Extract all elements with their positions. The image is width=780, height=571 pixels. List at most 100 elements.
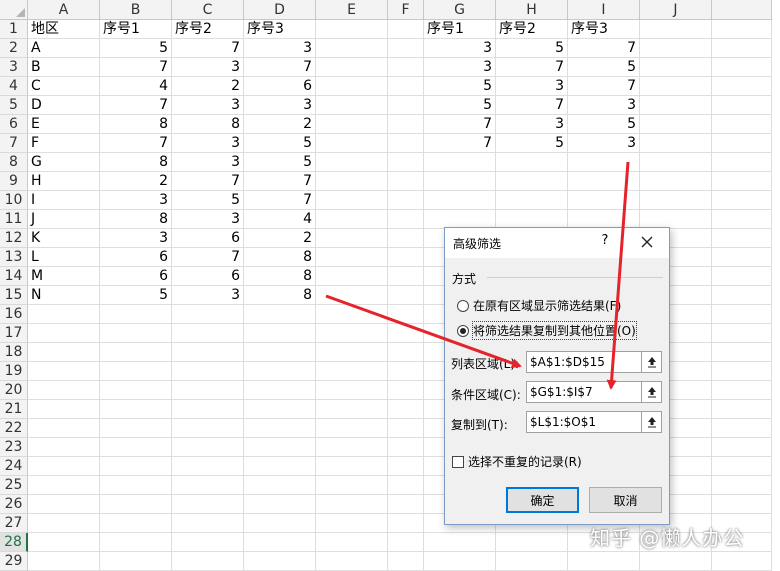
cell-B8[interactable]: 8 [100, 153, 172, 172]
cell-B1[interactable]: 序号1 [100, 20, 172, 39]
copy-to-input[interactable]: $L$1:$O$1 [526, 411, 642, 433]
cell-E20[interactable] [316, 381, 388, 400]
cell-I4[interactable]: 7 [568, 77, 640, 96]
cell-I6[interactable]: 5 [568, 115, 640, 134]
cell-D18[interactable] [244, 343, 316, 362]
cell-D26[interactable] [244, 495, 316, 514]
cell-H9[interactable] [496, 172, 568, 191]
cell-D1[interactable]: 序号3 [244, 20, 316, 39]
cell-E18[interactable] [316, 343, 388, 362]
cell-B23[interactable] [100, 438, 172, 457]
cell-D28[interactable] [244, 533, 316, 552]
cell-I7[interactable]: 3 [568, 134, 640, 153]
cell-E24[interactable] [316, 457, 388, 476]
cell-C14[interactable]: 6 [172, 267, 244, 286]
cell-J6[interactable] [640, 115, 712, 134]
cell-B19[interactable] [100, 362, 172, 381]
cell-D6[interactable]: 2 [244, 115, 316, 134]
radio-filter-in-place[interactable]: 在原有区域显示筛选结果(F) [457, 297, 621, 314]
cell-A23[interactable] [28, 438, 100, 457]
cell-F1[interactable] [388, 20, 424, 39]
cell-A2[interactable]: A [28, 39, 100, 58]
cell-next[interactable] [712, 362, 772, 381]
cell-B29[interactable] [100, 552, 172, 571]
row-header-28[interactable]: 28 [0, 533, 28, 552]
cell-E6[interactable] [316, 115, 388, 134]
row-header-21[interactable]: 21 [0, 400, 28, 419]
cell-G8[interactable] [424, 153, 496, 172]
cell-D4[interactable]: 6 [244, 77, 316, 96]
cell-A25[interactable] [28, 476, 100, 495]
cell-next[interactable] [712, 286, 772, 305]
cell-C4[interactable]: 2 [172, 77, 244, 96]
cell-B3[interactable]: 7 [100, 58, 172, 77]
cell-H5[interactable]: 7 [496, 96, 568, 115]
cell-F24[interactable] [388, 457, 424, 476]
cell-A10[interactable]: I [28, 191, 100, 210]
cell-E28[interactable] [316, 533, 388, 552]
cell-F20[interactable] [388, 381, 424, 400]
cell-F2[interactable] [388, 39, 424, 58]
cell-E1[interactable] [316, 20, 388, 39]
cell-next[interactable] [712, 172, 772, 191]
cell-C24[interactable] [172, 457, 244, 476]
column-header-J[interactable]: J [640, 0, 712, 20]
column-header-H[interactable]: H [496, 0, 568, 20]
cell-C10[interactable]: 5 [172, 191, 244, 210]
cell-F28[interactable] [388, 533, 424, 552]
cell-J8[interactable] [640, 153, 712, 172]
row-header-17[interactable]: 17 [0, 324, 28, 343]
cell-G7[interactable]: 7 [424, 134, 496, 153]
cell-next[interactable] [712, 153, 772, 172]
cell-E7[interactable] [316, 134, 388, 153]
select-all-corner[interactable] [0, 0, 28, 20]
cell-next[interactable] [712, 495, 772, 514]
column-header-I[interactable]: I [568, 0, 640, 20]
cell-J5[interactable] [640, 96, 712, 115]
cell-D7[interactable]: 5 [244, 134, 316, 153]
cell-A22[interactable] [28, 419, 100, 438]
row-header-9[interactable]: 9 [0, 172, 28, 191]
cell-H28[interactable] [496, 533, 568, 552]
row-header-15[interactable]: 15 [0, 286, 28, 305]
column-header-E[interactable]: E [316, 0, 388, 20]
cell-B25[interactable] [100, 476, 172, 495]
row-header-10[interactable]: 10 [0, 191, 28, 210]
criteria-range-collapse-button[interactable] [642, 381, 662, 403]
cell-D8[interactable]: 5 [244, 153, 316, 172]
cell-A19[interactable] [28, 362, 100, 381]
cell-C9[interactable]: 7 [172, 172, 244, 191]
cell-G6[interactable]: 7 [424, 115, 496, 134]
cell-I10[interactable] [568, 191, 640, 210]
cell-C2[interactable]: 7 [172, 39, 244, 58]
cell-B10[interactable]: 3 [100, 191, 172, 210]
cell-B20[interactable] [100, 381, 172, 400]
cell-A21[interactable] [28, 400, 100, 419]
cell-A24[interactable] [28, 457, 100, 476]
cell-J4[interactable] [640, 77, 712, 96]
cell-F3[interactable] [388, 58, 424, 77]
cell-D15[interactable]: 8 [244, 286, 316, 305]
cell-F6[interactable] [388, 115, 424, 134]
cell-C13[interactable]: 7 [172, 248, 244, 267]
cell-G2[interactable]: 3 [424, 39, 496, 58]
cell-next[interactable] [712, 476, 772, 495]
cell-E8[interactable] [316, 153, 388, 172]
cell-next[interactable] [712, 457, 772, 476]
cell-D2[interactable]: 3 [244, 39, 316, 58]
cell-B5[interactable]: 7 [100, 96, 172, 115]
cell-G29[interactable] [424, 552, 496, 571]
cell-J1[interactable] [640, 20, 712, 39]
column-header-F[interactable]: F [388, 0, 424, 20]
cell-J9[interactable] [640, 172, 712, 191]
cell-F10[interactable] [388, 191, 424, 210]
cell-A17[interactable] [28, 324, 100, 343]
cell-G10[interactable] [424, 191, 496, 210]
row-header-29[interactable]: 29 [0, 552, 28, 571]
row-header-25[interactable]: 25 [0, 476, 28, 495]
row-header-2[interactable]: 2 [0, 39, 28, 58]
cell-B27[interactable] [100, 514, 172, 533]
cell-C27[interactable] [172, 514, 244, 533]
cell-D5[interactable]: 3 [244, 96, 316, 115]
cell-next[interactable] [712, 381, 772, 400]
